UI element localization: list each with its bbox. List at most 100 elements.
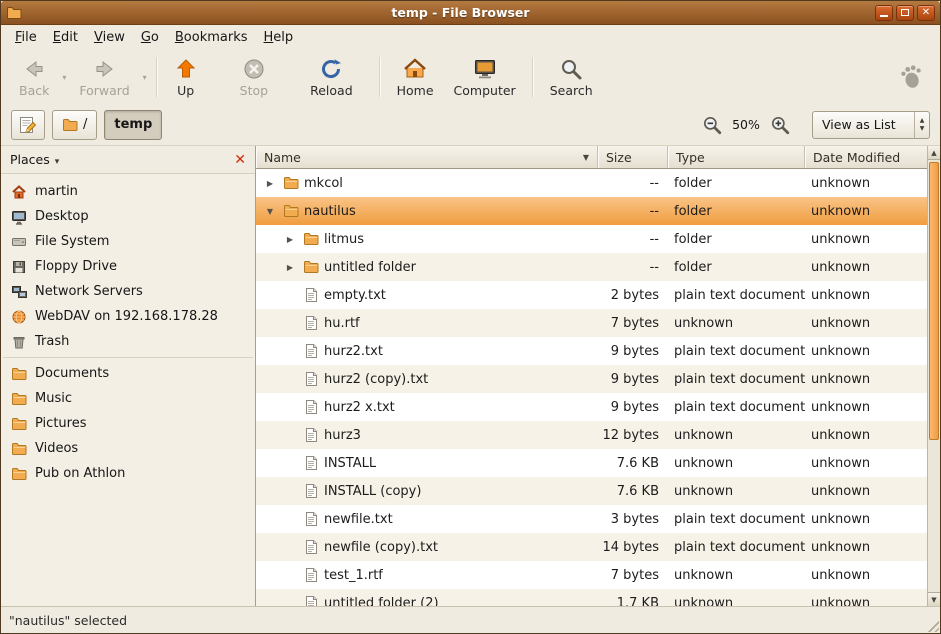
home-icon [11, 184, 27, 200]
table-row[interactable]: hu.rtf7 bytesunknownunknown [256, 309, 927, 337]
sidebar-item-webdav-on-192-168-178-28[interactable]: WebDAV on 192.168.178.28 [1, 304, 255, 329]
sidebar-item-label: WebDAV on 192.168.178.28 [35, 309, 218, 324]
back-dropdown-icon: ▾ [59, 73, 69, 82]
table-row[interactable]: hurz312 bytesunknownunknown [256, 421, 927, 449]
table-row[interactable]: ▶litmus--folderunknown [256, 225, 927, 253]
file-name: untitled folder (2) [324, 596, 439, 607]
sidebar-item-desktop[interactable]: Desktop [1, 204, 255, 229]
sidebar-item-label: Pub on Athlon [35, 466, 125, 481]
file-date-modified: unknown [805, 260, 927, 275]
file-date-modified: unknown [805, 232, 927, 247]
reload-button[interactable]: Reload [300, 54, 363, 101]
menu-bookmarks[interactable]: Bookmarks [167, 27, 256, 48]
table-row[interactable]: newfile (copy).txt14 bytesplain text doc… [256, 533, 927, 561]
sidebar-item-label: Videos [35, 441, 78, 456]
table-row[interactable]: hurz2.txt9 bytesplain text documentunkno… [256, 337, 927, 365]
sidebar-item-network-servers[interactable]: Network Servers [1, 279, 255, 304]
sidebar-item-file-system[interactable]: File System [1, 229, 255, 254]
scroll-down-button[interactable]: ▼ [928, 592, 940, 606]
sidebar-item-trash[interactable]: Trash [1, 329, 255, 354]
file-size: -- [598, 176, 668, 191]
scrollbar-track[interactable] [928, 160, 940, 592]
titlebar[interactable]: temp - File Browser ✕ [1, 1, 940, 25]
column-header-size[interactable]: Size [598, 146, 668, 168]
table-row[interactable]: hurz2 (copy).txt9 bytesplain text docume… [256, 365, 927, 393]
sidebar-item-documents[interactable]: Documents [1, 361, 255, 386]
disk-icon [11, 234, 27, 250]
sidebar-item-label: Network Servers [35, 284, 143, 299]
sidebar-item-pub-on-athlon[interactable]: Pub on Athlon [1, 461, 255, 486]
sidebar-close-button[interactable]: ✕ [234, 153, 246, 167]
file-name: empty.txt [324, 288, 386, 303]
sidebar-item-floppy-drive[interactable]: Floppy Drive [1, 254, 255, 279]
menu-file[interactable]: File [7, 27, 45, 48]
stop-label: Stop [240, 83, 268, 98]
back-button-group: Back ▾ [9, 54, 69, 101]
menu-help[interactable]: Help [256, 27, 302, 48]
file-type: folder [668, 204, 805, 219]
expander-icon[interactable]: ▶ [282, 263, 298, 272]
computer-button[interactable]: Computer [444, 54, 526, 101]
path-button-root[interactable]: / [52, 110, 97, 140]
menu-go[interactable]: Go [133, 27, 167, 48]
column-header-date-modified[interactable]: Date Modified [805, 146, 927, 168]
table-row[interactable]: INSTALL7.6 KBunknownunknown [256, 449, 927, 477]
menubar: File Edit View Go Bookmarks Help [1, 25, 940, 50]
sidebar-item-pictures[interactable]: Pictures [1, 411, 255, 436]
text-file-icon [303, 399, 319, 415]
text-file-icon [303, 567, 319, 583]
file-date-modified: unknown [805, 428, 927, 443]
home-button[interactable]: Home [387, 54, 444, 101]
scrollbar-thumb[interactable] [929, 162, 939, 440]
toolbar-separator [379, 57, 381, 97]
sidebar-separator [3, 357, 253, 358]
maximize-button[interactable] [896, 5, 914, 21]
reload-icon [319, 57, 343, 81]
file-type: unknown [668, 456, 805, 471]
file-type: unknown [668, 596, 805, 607]
search-label: Search [550, 83, 593, 98]
minimize-button[interactable] [875, 5, 893, 21]
file-size: 9 bytes [598, 400, 668, 415]
vertical-scrollbar[interactable]: ▲ ▼ [927, 146, 940, 606]
resize-grip[interactable] [925, 618, 939, 632]
menu-view[interactable]: View [86, 27, 133, 48]
file-name: INSTALL [324, 456, 376, 471]
table-row[interactable]: ▶untitled folder--folderunknown [256, 253, 927, 281]
up-button[interactable]: Up [164, 54, 208, 101]
toggle-location-entry-button[interactable] [11, 110, 45, 140]
table-row[interactable]: hurz2 x.txt9 bytesplain text documentunk… [256, 393, 927, 421]
table-row[interactable]: untitled folder (2)1.7 KBunknownunknown [256, 589, 927, 606]
path-root-label: / [83, 117, 87, 132]
search-button[interactable]: Search [540, 54, 603, 101]
sidebar-item-music[interactable]: Music [1, 386, 255, 411]
close-button[interactable]: ✕ [917, 5, 935, 21]
combo-stepper-icon: ▲▼ [914, 112, 929, 138]
expander-icon[interactable]: ▼ [262, 207, 278, 216]
file-type: folder [668, 232, 805, 247]
path-button-current[interactable]: temp [104, 110, 162, 140]
scroll-up-button[interactable]: ▲ [928, 146, 940, 160]
file-name: hurz2.txt [324, 344, 383, 359]
expander-icon[interactable]: ▶ [262, 179, 278, 188]
minimize-icon [880, 15, 888, 17]
table-row[interactable]: INSTALL (copy)7.6 KBunknownunknown [256, 477, 927, 505]
table-row[interactable]: empty.txt2 bytesplain text documentunkno… [256, 281, 927, 309]
column-header-name[interactable]: Name ▼ [256, 146, 598, 168]
file-size: -- [598, 204, 668, 219]
menu-edit[interactable]: Edit [45, 27, 86, 48]
sidebar-item-martin[interactable]: martin [1, 179, 255, 204]
sidebar-item-videos[interactable]: Videos [1, 436, 255, 461]
zoom-out-button[interactable] [701, 114, 723, 136]
table-row[interactable]: newfile.txt3 bytesplain text documentunk… [256, 505, 927, 533]
column-header-type[interactable]: Type [668, 146, 805, 168]
zoom-in-button[interactable] [769, 114, 791, 136]
sidebar-title-button[interactable]: Places▾ [10, 152, 59, 167]
view-mode-select[interactable]: View as List ▲▼ [812, 111, 930, 139]
table-row[interactable]: test_1.rtf7 bytesunknownunknown [256, 561, 927, 589]
toolbar: Back ▾ Forward ▾ Up Stop [1, 50, 940, 104]
table-row[interactable]: ▶mkcol--folderunknown [256, 169, 927, 197]
expander-icon[interactable]: ▶ [282, 235, 298, 244]
folder-icon [11, 416, 27, 432]
table-row[interactable]: ▼nautilus--folderunknown [256, 197, 927, 225]
